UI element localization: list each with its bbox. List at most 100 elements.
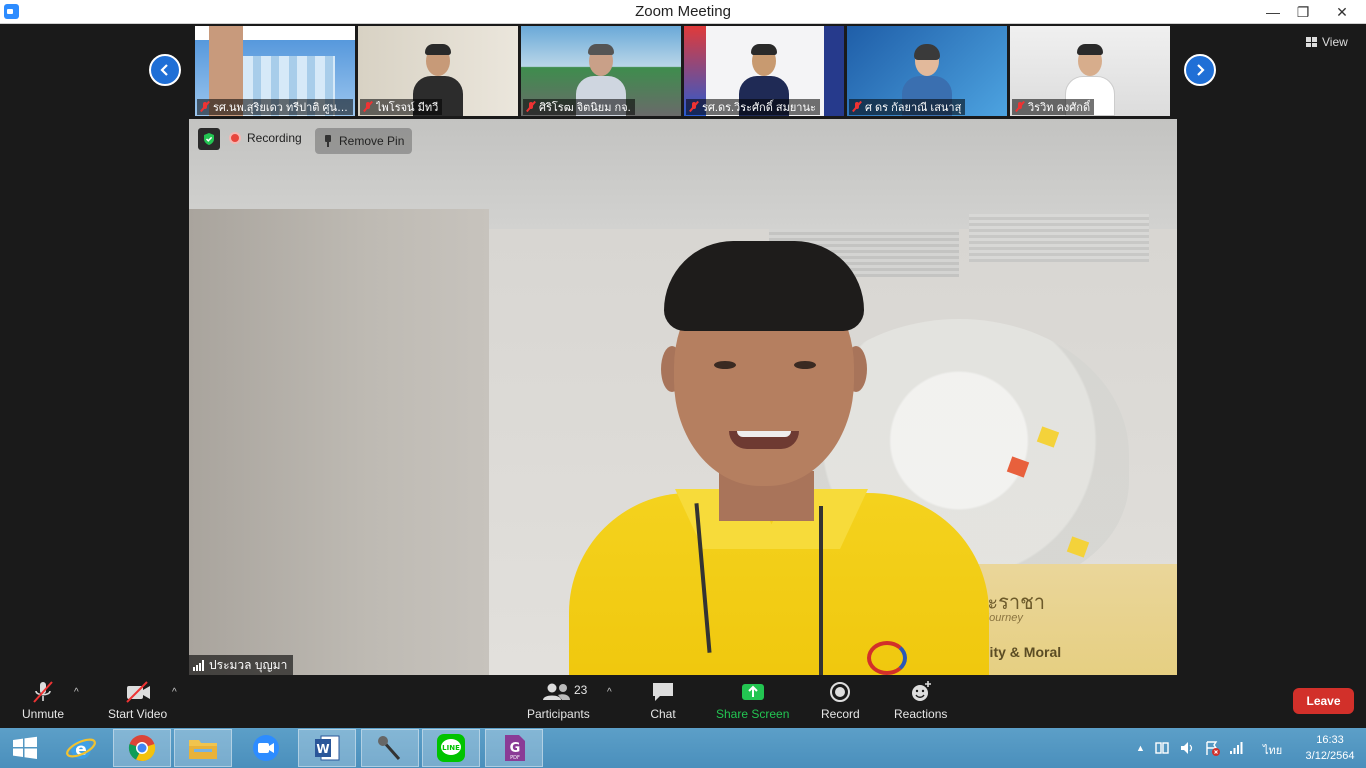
participant-thumbnail[interactable]: ศ ดร กัลยาณี เสนาสุ <box>847 26 1007 116</box>
participant-thumbnail[interactable]: รศ.ดร.วิระศักดิ์ สมยานะ <box>684 26 844 116</box>
svg-text:W: W <box>316 742 329 756</box>
video-options-caret[interactable]: ^ <box>172 687 177 698</box>
participant-name: รศ.ดร.วิระศักดิ์ สมยานะ <box>702 102 816 114</box>
taskbar-zoom[interactable] <box>237 729 295 767</box>
security-shield-icon[interactable] <box>198 128 220 150</box>
previous-page-button[interactable] <box>149 54 181 86</box>
taskbar-chrome[interactable] <box>113 729 171 767</box>
close-button[interactable]: ✕ <box>1318 0 1366 24</box>
windows-taskbar: e W LINE G PDF ▲ ไทย 16:33 3/12/2564 <box>0 728 1366 768</box>
mic-muted-icon <box>1015 101 1025 113</box>
volume-icon[interactable] <box>1179 740 1195 756</box>
thumbnail-name-bar: รศ.นพ.สุริยเดว ทรีปาติ ศูนย์คุณธ... <box>197 99 353 115</box>
video-off-icon <box>125 681 150 703</box>
folder-icon <box>189 740 217 759</box>
taskbar-microphone-app[interactable] <box>361 729 419 767</box>
thumbnail-name-bar: ไพโรจน์ มีทวี <box>360 99 443 115</box>
mic-muted-icon <box>852 101 862 113</box>
smiley-icon <box>911 681 931 701</box>
network-device-icon[interactable] <box>1154 740 1170 756</box>
windows-logo-icon <box>13 736 37 759</box>
participant-thumbnail[interactable]: วิรวิท คงศักดิ์ <box>1010 26 1170 116</box>
svg-text:G: G <box>510 741 521 756</box>
taskbar-internet-explorer[interactable]: e <box>52 729 110 767</box>
thumbnail-name-bar: ศิริโรฒ จิตนิยม กจ. <box>523 99 635 115</box>
record-label: Record <box>821 707 860 721</box>
pin-icon <box>323 135 333 147</box>
input-language[interactable]: ไทย <box>1263 741 1282 759</box>
participant-name: ไพโรจน์ มีทวี <box>376 102 439 114</box>
internet-explorer-icon: e <box>66 738 96 760</box>
chat-icon <box>653 683 673 701</box>
participant-name: รศ.นพ.สุริยเดว ทรีปาติ ศูนย์คุณธ... <box>213 102 349 114</box>
mic-muted-icon <box>689 101 699 113</box>
chat-button[interactable]: Chat <box>650 679 676 721</box>
zoom-icon <box>253 735 279 761</box>
start-video-button[interactable]: Start Video <box>108 679 167 721</box>
record-button[interactable]: Record <box>821 679 860 721</box>
signal-strength-icon[interactable] <box>1229 740 1245 756</box>
word-icon: W <box>315 735 340 761</box>
speaker-figure <box>569 231 989 675</box>
recording-label: Recording <box>247 131 302 145</box>
participants-icon <box>543 683 571 700</box>
title-bar: Zoom Meeting — ❐ ✕ <box>0 0 1366 24</box>
reactions-button[interactable]: Reactions <box>894 679 947 721</box>
mic-muted-icon <box>363 101 373 113</box>
chevron-left-icon <box>160 64 168 76</box>
main-speaker-video[interactable]: รอยพระราชา The King's Journey inability … <box>189 119 1177 675</box>
share-screen-button[interactable]: Share Screen <box>716 679 789 721</box>
remove-pin-label: Remove Pin <box>339 134 405 148</box>
clock-time: 16:33 <box>1316 734 1344 746</box>
mic-muted-icon <box>526 101 536 113</box>
participant-thumbnail[interactable]: รศ.นพ.สุริยเดว ทรีปาติ ศูนย์คุณธ... <box>195 26 355 116</box>
flag-alert-icon[interactable] <box>1204 740 1220 756</box>
system-tray: ▲ <box>1136 728 1245 768</box>
audio-options-caret[interactable]: ^ <box>74 687 79 698</box>
view-label: View <box>1322 35 1348 49</box>
taskbar-file-explorer[interactable] <box>174 729 232 767</box>
mic-muted-icon <box>200 101 210 113</box>
participant-thumbnail[interactable]: ศิริโรฒ จิตนิยม กจ. <box>521 26 681 116</box>
svg-text:PDF: PDF <box>510 755 520 761</box>
pdf-icon: GPDF <box>505 735 525 761</box>
taskbar-line[interactable]: LINE <box>422 729 480 767</box>
unmute-button[interactable]: Unmute <box>22 679 64 721</box>
start-video-label: Start Video <box>108 707 168 721</box>
taskbar-word[interactable]: W <box>298 729 356 767</box>
remove-pin-button[interactable]: Remove Pin <box>315 128 413 154</box>
view-button[interactable]: View <box>1306 35 1348 49</box>
reactions-label: Reactions <box>894 707 948 721</box>
speaker-name: ประมวล บุญมา <box>209 657 288 672</box>
svg-text:LINE: LINE <box>442 744 460 752</box>
slide-logo-strip <box>824 26 844 116</box>
start-button[interactable] <box>0 729 50 767</box>
connection-signal-icon <box>193 659 204 671</box>
share-screen-icon <box>741 684 764 700</box>
leave-button[interactable]: Leave <box>1293 688 1354 714</box>
participants-label: Participants <box>527 707 590 721</box>
thumbnail-name-bar: วิรวิท คงศักดิ์ <box>1012 99 1095 115</box>
unmute-label: Unmute <box>22 707 65 721</box>
video-background-vent <box>969 214 1149 262</box>
participant-name: วิรวิท คงศักดิ์ <box>1028 102 1091 114</box>
participant-video <box>576 42 626 116</box>
window-title: Zoom Meeting <box>635 3 731 20</box>
clock-date: 3/12/2564 <box>1305 750 1355 762</box>
taskbar-pdf-app[interactable]: G PDF <box>485 729 543 767</box>
mic-muted-icon <box>33 681 53 703</box>
tray-expand-icon[interactable]: ▲ <box>1136 743 1145 753</box>
system-clock[interactable]: 16:33 3/12/2564 <box>1296 732 1364 764</box>
recording-dot-icon <box>229 132 241 144</box>
participants-options-caret[interactable]: ^ <box>607 687 612 698</box>
speaker-name-bar: ประมวล บุญมา <box>189 655 294 675</box>
chevron-right-icon <box>1197 64 1205 76</box>
participant-thumbnail[interactable]: ไพโรจน์ มีทวี <box>358 26 518 116</box>
line-icon: LINE <box>437 734 465 762</box>
meeting-area: รศ.นพ.สุริยเดว ทรีปาติ ศูนย์คุณธ... ไพโร… <box>0 24 1366 675</box>
recording-indicator[interactable]: Recording <box>229 131 302 145</box>
video-background-wall <box>189 209 489 675</box>
next-page-button[interactable] <box>1184 54 1216 86</box>
shirt-logo <box>867 641 907 675</box>
participant-video <box>739 42 789 116</box>
